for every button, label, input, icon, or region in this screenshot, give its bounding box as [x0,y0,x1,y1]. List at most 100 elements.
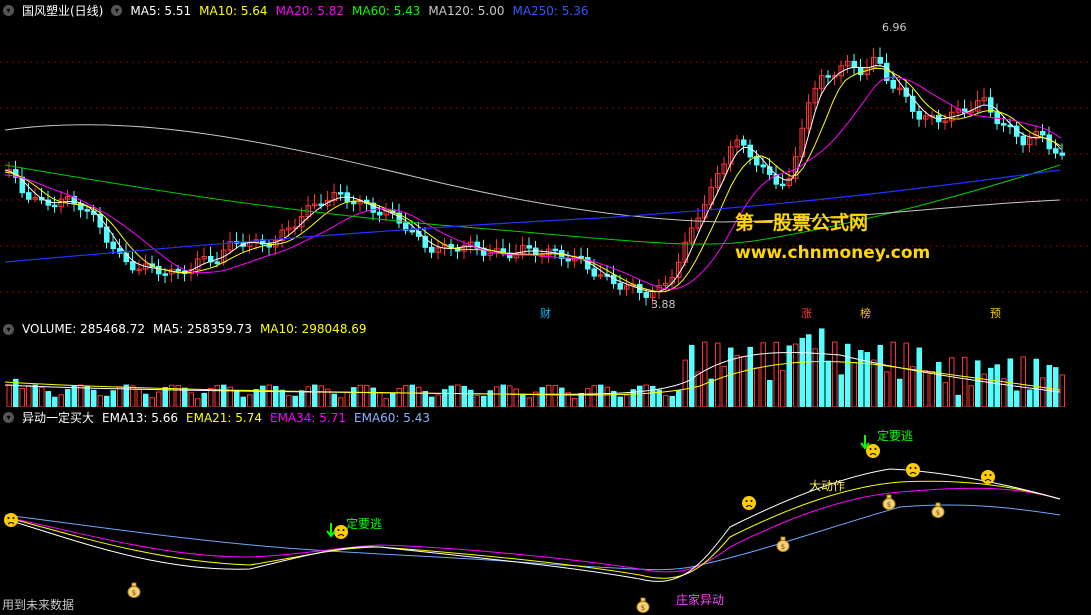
volume-bar [578,392,584,407]
volume-bar [825,360,831,407]
ma120-label: MA120: 5.00 [428,3,505,18]
candle-body [780,183,786,187]
indicator-panel[interactable]: $ $ $ $ $ ▾ 异动一定买大 EMA13: 5.66 EMA21: 5.74 E… [0,407,1091,615]
volume-bar [208,388,214,407]
collapse-icon[interactable]: ▾ [111,5,123,16]
big-move-label: 大动作 [809,479,846,493]
volume-bar [1027,389,1033,407]
volume-bar [253,389,259,407]
volume-bar [214,385,220,407]
volume-bar [624,394,630,407]
volume-legend: ▾ VOLUME: 285468.72 MA5: 258359.73 MA10:… [0,322,375,336]
candle-body [825,75,831,78]
candle-body [741,139,747,146]
volume-bar [858,350,864,407]
volume-bar [416,386,422,407]
event-tag-finance[interactable]: 财 [537,305,554,321]
volume-panel[interactable]: ▾ VOLUME: 285468.72 MA5: 258359.73 MA10:… [0,320,1091,407]
candle-body [429,246,435,253]
volume-bar [331,393,337,407]
svg-text:$: $ [887,501,891,509]
candle-body [338,192,344,195]
low-price-label: 3.88 [651,298,676,311]
volume-bar [162,387,168,407]
candle-body [851,60,857,68]
worried-face-icon [981,470,995,484]
volume-bar [45,391,51,407]
candle-body [916,110,922,120]
volume-bar [468,389,474,407]
ma60-label: MA60: 5.43 [352,3,421,18]
volume-bar [942,382,948,407]
volume-bar [1059,374,1065,407]
volume-bar [780,370,786,407]
indicator-name: 异动一定买大 [22,411,95,425]
volume-bar [6,384,12,407]
volume-bar [273,385,279,407]
collapse-icon[interactable]: ▾ [3,412,14,423]
candle-body [1046,134,1052,150]
volume-bar [747,346,753,407]
volume-bar [481,395,487,407]
volume-bar [26,385,32,407]
volume-bar [156,391,162,407]
ema13-line [4,468,1061,582]
volume-bar [871,359,877,407]
volume-bar [526,397,532,407]
volume-bar [52,396,58,407]
volume-bar [312,384,318,407]
candle-body [754,156,760,166]
volume-bar [1001,378,1007,407]
volume-bar [299,390,305,407]
ma5-label: MA5: 5.51 [130,3,192,18]
volume-bar [442,389,448,407]
stock-title: 国风塑业(日线) [22,4,104,18]
worried-face-icon [4,513,18,527]
down-arrow-icon [860,435,870,450]
volume-bar [364,384,370,407]
volume-bar [461,385,467,407]
volume-bars [6,328,1065,407]
event-tag-limitup[interactable]: 涨 [798,305,815,321]
candle-body [175,268,181,272]
ma60-line [4,164,1061,245]
ema60-label: EMA60: 5.43 [354,410,431,425]
svg-text:$: $ [781,543,785,551]
volume-bar [975,360,981,407]
candle-body [890,79,896,89]
price-panel[interactable]: ▾ 国风塑业(日线) ▾ MA5: 5.51 MA10: 5.64 MA20: … [0,0,1091,320]
candle-body [214,261,220,264]
volume-bar [929,371,935,407]
candle-body [1059,152,1065,156]
event-tag-forecast[interactable]: 预 [987,305,1004,321]
volume-bar [390,392,396,407]
ema-indicator-chart[interactable]: $ $ $ $ $ [0,407,1091,615]
volume-bar [552,384,558,407]
candlestick-chart[interactable] [0,0,1091,320]
volume-bar [1033,358,1039,407]
volume-bar [383,398,389,407]
ma120-line [4,124,1061,223]
volume-bar [266,384,272,407]
volume-bar [305,386,311,407]
candle-body [351,201,357,205]
volume-bar [513,388,519,407]
volume-bar [702,341,708,407]
candle-body [1001,123,1007,126]
collapse-icon[interactable]: ▾ [3,5,14,16]
escape-signal-label: 定要逃 [346,517,383,531]
volume-bar [117,386,123,407]
volume-bar [474,395,480,407]
money-bag-icon: $ [636,597,650,613]
ema13-label: EMA13: 5.66 [102,410,179,425]
volume-bar [221,384,227,407]
event-tag-list[interactable]: 榜 [857,305,874,321]
volume-bar [136,388,142,407]
volume-bar [507,385,513,407]
volume-bar [669,395,675,407]
volume-bar [910,366,916,407]
volume-bar [617,396,623,407]
worried-face-icon [742,496,756,510]
collapse-icon[interactable]: ▾ [3,323,14,335]
volume-bar [923,370,929,407]
